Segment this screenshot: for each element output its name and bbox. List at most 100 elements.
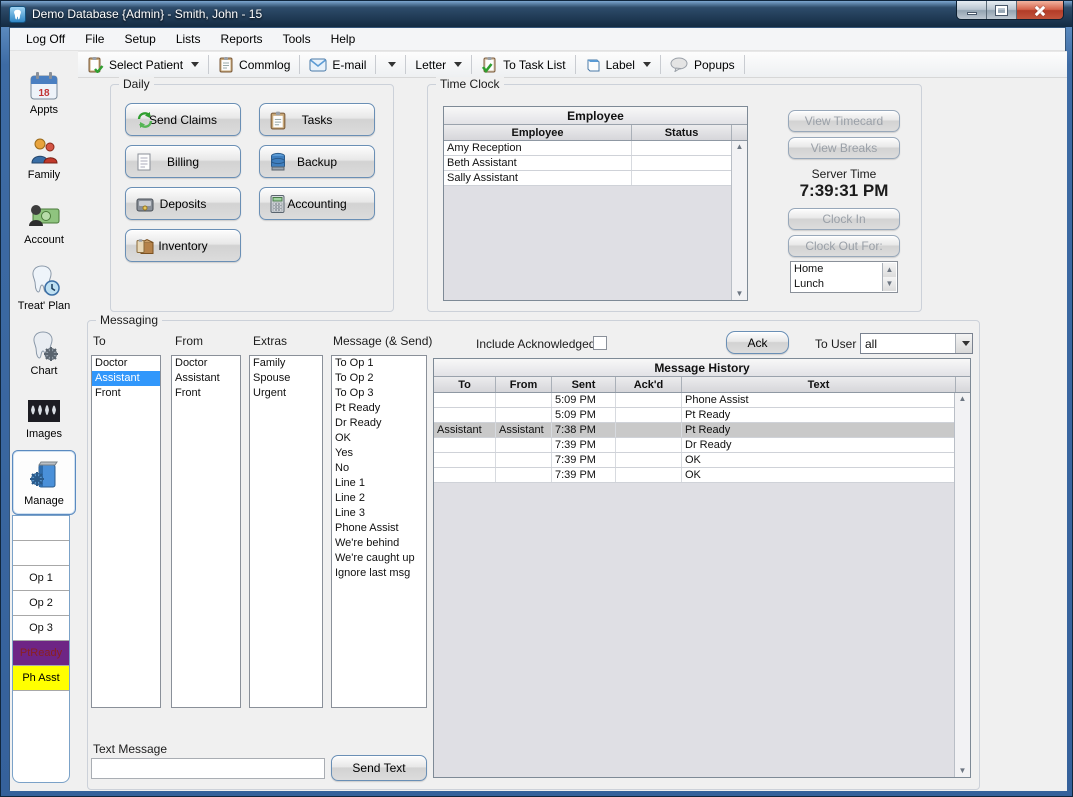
room-button[interactable]: Ph Asst bbox=[13, 666, 69, 691]
sidebar-item-chart[interactable]: Chart bbox=[12, 320, 76, 385]
room-button[interactable] bbox=[13, 516, 69, 541]
tasks-button[interactable]: Tasks bbox=[259, 103, 375, 136]
from-option[interactable]: Assistant bbox=[172, 371, 240, 386]
letter-button[interactable]: Letter bbox=[406, 52, 471, 77]
message-option[interactable]: Line 1 bbox=[332, 476, 426, 491]
letter-dropdown-icon[interactable] bbox=[454, 62, 462, 67]
message-option[interactable]: Ignore last msg bbox=[332, 566, 426, 581]
message-history-scrollbar[interactable]: ▲ ▼ bbox=[954, 393, 970, 777]
billing-button[interactable]: Billing bbox=[125, 145, 241, 178]
history-col-to[interactable]: To bbox=[434, 377, 496, 392]
message-history-row[interactable]: 7:39 PM OK bbox=[434, 468, 956, 483]
sidebar-item-account[interactable]: Account bbox=[12, 190, 76, 255]
select-patient-dropdown-icon[interactable] bbox=[191, 62, 199, 67]
select-patient-button[interactable]: Select Patient bbox=[78, 52, 208, 77]
ack-button[interactable]: Ack bbox=[726, 331, 789, 354]
room-button[interactable]: PtReady bbox=[13, 641, 69, 666]
clock-out-option[interactable]: Home bbox=[791, 262, 882, 277]
menu-item[interactable]: Reports bbox=[211, 29, 273, 49]
email-dropdown-button[interactable] bbox=[376, 52, 405, 77]
extras-option[interactable]: Family bbox=[250, 356, 322, 371]
clock-out-options-spinner[interactable]: ▲ ▼ bbox=[882, 263, 896, 291]
view-breaks-button[interactable]: View Breaks bbox=[788, 137, 900, 159]
sidebar-item-images[interactable]: Images bbox=[12, 385, 76, 450]
maximize-button[interactable] bbox=[987, 1, 1017, 20]
minimize-button[interactable] bbox=[957, 1, 987, 20]
backup-button[interactable]: Backup bbox=[259, 145, 375, 178]
room-button[interactable] bbox=[13, 541, 69, 566]
to-option[interactable]: Front bbox=[92, 386, 160, 401]
history-col-text[interactable]: Text bbox=[682, 377, 956, 392]
room-button[interactable]: Op 2 bbox=[13, 591, 69, 616]
to-user-dropdown-button[interactable] bbox=[955, 334, 972, 353]
history-col-ackd[interactable]: Ack'd bbox=[616, 377, 682, 392]
spin-up-icon[interactable]: ▲ bbox=[886, 266, 894, 274]
history-col-from[interactable]: From bbox=[496, 377, 552, 392]
history-col-sent[interactable]: Sent bbox=[552, 377, 616, 392]
label-button[interactable]: Label bbox=[576, 52, 660, 77]
message-history-row[interactable]: 7:39 PM Dr Ready bbox=[434, 438, 956, 453]
menu-item[interactable]: Setup bbox=[114, 29, 165, 49]
clock-in-button[interactable]: Clock In bbox=[788, 208, 900, 230]
message-option[interactable]: We're caught up bbox=[332, 551, 426, 566]
menu-item[interactable]: Lists bbox=[166, 29, 211, 49]
sidebar-item-family[interactable]: Family bbox=[12, 125, 76, 190]
to-task-list-button[interactable]: To Task List bbox=[472, 52, 574, 77]
scroll-up-icon[interactable]: ▲ bbox=[959, 395, 967, 403]
scroll-down-icon[interactable]: ▼ bbox=[736, 290, 744, 298]
employee-grid-scrollbar[interactable]: ▲ ▼ bbox=[731, 141, 747, 300]
close-button[interactable] bbox=[1017, 1, 1063, 20]
from-option[interactable]: Doctor bbox=[172, 356, 240, 371]
sidebar-item-treatplan[interactable]: Treat' Plan bbox=[12, 255, 76, 320]
sidebar-item-manage[interactable]: Manage bbox=[12, 450, 76, 515]
menu-item[interactable]: File bbox=[75, 29, 114, 49]
message-option[interactable]: To Op 1 bbox=[332, 356, 426, 371]
to-option[interactable]: Assistant bbox=[92, 371, 160, 386]
accounting-button[interactable]: Accounting bbox=[259, 187, 375, 220]
room-button[interactable]: Op 3 bbox=[13, 616, 69, 641]
scroll-up-icon[interactable]: ▲ bbox=[736, 143, 744, 151]
inventory-button[interactable]: Inventory bbox=[125, 229, 241, 262]
message-option[interactable]: We're behind bbox=[332, 536, 426, 551]
message-history-row[interactable]: Assistant Assistant 7:38 PM Pt Ready bbox=[434, 423, 956, 438]
to-option[interactable]: Doctor bbox=[92, 356, 160, 371]
send-claims-button[interactable]: Send Claims bbox=[125, 103, 241, 136]
extras-option[interactable]: Urgent bbox=[250, 386, 322, 401]
message-history-row[interactable]: 7:39 PM OK bbox=[434, 453, 956, 468]
message-option[interactable]: Phone Assist bbox=[332, 521, 426, 536]
menu-item[interactable]: Help bbox=[321, 29, 366, 49]
label-dropdown-icon[interactable] bbox=[643, 62, 651, 67]
commlog-button[interactable]: Commlog bbox=[209, 52, 299, 77]
message-option[interactable]: Yes bbox=[332, 446, 426, 461]
message-option[interactable]: OK bbox=[332, 431, 426, 446]
message-option[interactable]: Pt Ready bbox=[332, 401, 426, 416]
status-column-header[interactable]: Status bbox=[632, 125, 732, 140]
employee-column-header[interactable]: Employee bbox=[444, 125, 632, 140]
message-option[interactable]: No bbox=[332, 461, 426, 476]
message-option[interactable]: Line 2 bbox=[332, 491, 426, 506]
message-option[interactable]: Dr Ready bbox=[332, 416, 426, 431]
menu-item[interactable]: Log Off bbox=[16, 29, 75, 49]
scroll-down-icon[interactable]: ▼ bbox=[959, 767, 967, 775]
message-option[interactable]: To Op 3 bbox=[332, 386, 426, 401]
extras-option[interactable]: Spouse bbox=[250, 371, 322, 386]
email-button[interactable]: E-mail bbox=[300, 52, 375, 77]
spin-down-icon[interactable]: ▼ bbox=[886, 280, 894, 288]
employee-row[interactable]: Beth Assistant bbox=[444, 156, 732, 171]
menu-item[interactable]: Tools bbox=[273, 29, 321, 49]
employee-row[interactable]: Sally Assistant bbox=[444, 171, 732, 186]
message-history-row[interactable]: 5:09 PM Pt Ready bbox=[434, 408, 956, 423]
room-button[interactable]: Op 1 bbox=[13, 566, 69, 591]
message-option[interactable]: Line 3 bbox=[332, 506, 426, 521]
view-timecard-button[interactable]: View Timecard bbox=[788, 110, 900, 132]
employee-row[interactable]: Amy Reception bbox=[444, 141, 732, 156]
text-message-input[interactable] bbox=[91, 758, 325, 779]
message-option[interactable]: To Op 2 bbox=[332, 371, 426, 386]
include-acknowledged-checkbox[interactable] bbox=[593, 336, 607, 350]
clock-out-for-button[interactable]: Clock Out For: bbox=[788, 235, 900, 257]
clock-out-option[interactable]: Lunch bbox=[791, 277, 882, 292]
message-history-row[interactable]: 5:09 PM Phone Assist bbox=[434, 393, 956, 408]
from-option[interactable]: Front bbox=[172, 386, 240, 401]
deposits-button[interactable]: Deposits bbox=[125, 187, 241, 220]
sidebar-item-appts[interactable]: 18 Appts bbox=[12, 60, 76, 125]
